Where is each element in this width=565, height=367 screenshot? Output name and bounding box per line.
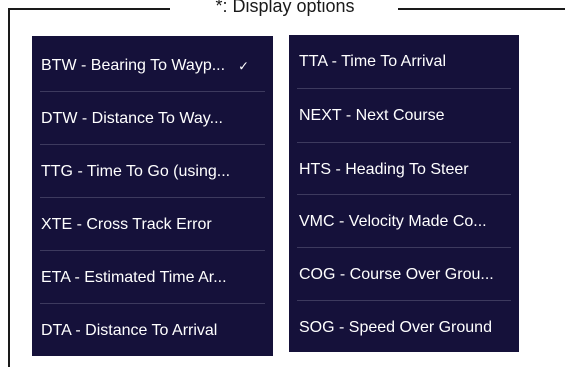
- frame-title: *: Display options: [215, 0, 355, 16]
- menu-divider: [297, 300, 511, 301]
- menu-item-label: COG - Course Over Grou...: [299, 266, 494, 283]
- menu-item-dtw[interactable]: DTW - Distance To Way...: [32, 93, 273, 145]
- menu-item-xte[interactable]: XTE - Cross Track Error: [32, 199, 273, 251]
- menu-item-label: SOG - Speed Over Ground: [299, 319, 492, 336]
- menu-item-label: TTA - Time To Arrival: [299, 53, 446, 70]
- menu-item-cog[interactable]: COG - Course Over Grou...: [289, 249, 519, 301]
- left-options-menu: BTW - Bearing To Wayp... ✓ DTW - Distanc…: [32, 36, 273, 356]
- menu-divider: [40, 91, 265, 92]
- menu-item-label: ETA - Estimated Time Ar...: [41, 269, 227, 286]
- menu-item-ttg[interactable]: TTG - Time To Go (using...: [32, 146, 273, 198]
- menu-divider: [297, 194, 511, 195]
- menu-divider: [40, 250, 265, 251]
- menu-item-dta[interactable]: DTA - Distance To Arrival: [32, 305, 273, 357]
- menu-item-eta[interactable]: ETA - Estimated Time Ar...: [32, 252, 273, 304]
- right-options-menu: TTA - Time To Arrival NEXT - Next Course…: [289, 35, 519, 352]
- menu-item-label: XTE - Cross Track Error: [41, 216, 212, 233]
- menu-item-label: NEXT - Next Course: [299, 107, 445, 124]
- menu-item-label: BTW - Bearing To Wayp...: [41, 57, 226, 74]
- frame-left-border: [8, 8, 10, 367]
- menu-item-next[interactable]: NEXT - Next Course: [289, 90, 519, 142]
- menu-divider: [40, 197, 265, 198]
- menu-item-label: DTA - Distance To Arrival: [41, 322, 218, 339]
- menu-divider: [297, 88, 511, 89]
- menu-item-label: HTS - Heading To Steer: [299, 161, 469, 178]
- menu-item-label: TTG - Time To Go (using...: [41, 163, 231, 180]
- menu-divider: [40, 303, 265, 304]
- menu-item-hts[interactable]: HTS - Heading To Steer: [289, 144, 519, 196]
- frame-top-border-left: [8, 8, 170, 10]
- menu-item-sog[interactable]: SOG - Speed Over Ground: [289, 302, 519, 354]
- menu-item-label: VMC - Velocity Made Co...: [299, 213, 487, 230]
- frame-top-border-right: [398, 8, 565, 10]
- checkmark-icon: ✓: [238, 58, 249, 74]
- menu-item-tta[interactable]: TTA - Time To Arrival: [289, 36, 519, 88]
- menu-divider: [297, 247, 511, 248]
- menu-item-vmc[interactable]: VMC - Velocity Made Co...: [289, 196, 519, 248]
- menu-item-btw[interactable]: BTW - Bearing To Wayp... ✓: [32, 40, 273, 92]
- menu-item-label: DTW - Distance To Way...: [41, 110, 223, 127]
- menu-divider: [40, 144, 265, 145]
- menu-divider: [297, 142, 511, 143]
